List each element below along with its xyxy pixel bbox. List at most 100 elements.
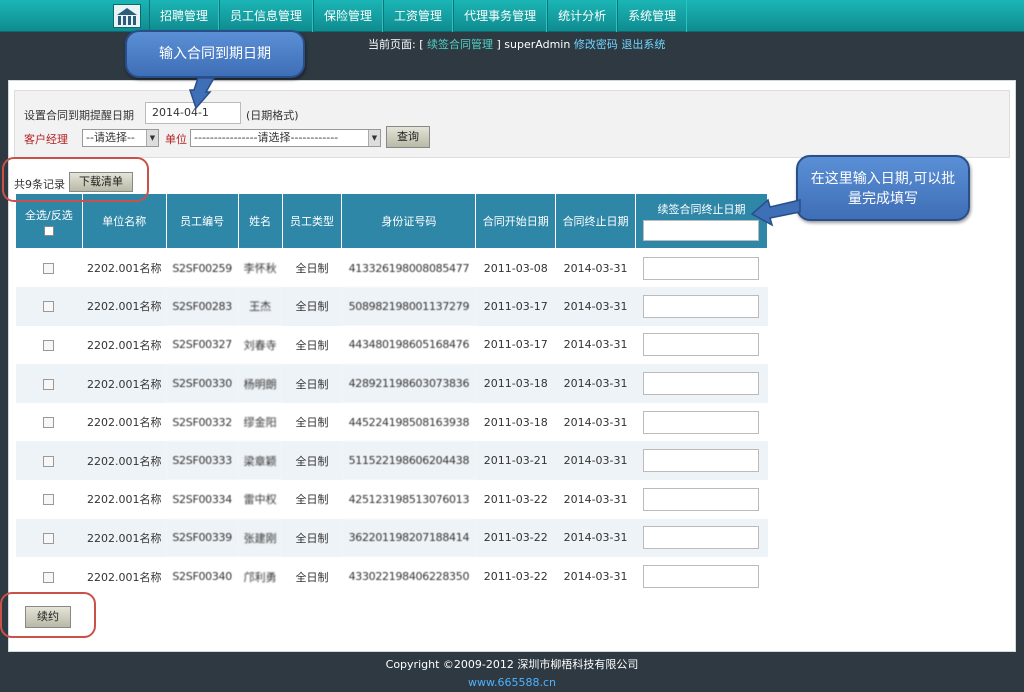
unit-cell: 2202.001名称 [82,441,167,481]
id-number-cell: 508982198001137279 [341,287,476,326]
site-link[interactable]: www.665588.cn [0,676,1024,689]
nav-item-system[interactable]: 系统管理 [617,0,688,32]
renew-date-input[interactable] [643,449,760,473]
top-nav-bar: 招聘管理 员工信息管理 保险管理 工资管理 代理事务管理 统计分析 系统管理 [0,0,1024,32]
row-checkbox[interactable] [43,301,55,313]
end-date-cell: 2014-03-31 [555,557,636,596]
nav-item-salary[interactable]: 工资管理 [383,0,454,32]
id-number-cell: 362201198207188414 [341,518,476,558]
name-link[interactable]: 雷中权 [238,480,283,519]
unit-label: 单位 [165,133,187,146]
home-logo-icon[interactable] [113,4,141,28]
renew-date-input[interactable] [643,333,760,357]
name-link[interactable]: 邝利勇 [238,557,283,596]
row-checkbox[interactable] [43,417,55,429]
nav-item-employee-info[interactable]: 员工信息管理 [219,0,314,32]
record-count: 共9条记录 [14,178,65,191]
logout-link[interactable]: 退出系统 [621,38,665,51]
unit-cell: 2202.001名称 [82,248,167,288]
breadcrumb-current-page[interactable]: 续签合同管理 [427,38,493,51]
copyright: Copyright ©2009-2012 深圳市柳梧科技有限公司 [385,658,639,671]
id-number-cell: 443480198605168476 [341,325,476,365]
start-date-cell: 2011-03-22 [475,557,556,596]
renew-date-input[interactable] [643,410,760,434]
renew-date-input[interactable] [643,487,760,511]
select-all-checkbox[interactable] [43,225,54,236]
type-cell: 全日制 [282,441,342,481]
change-password-link[interactable]: 修改密码 [574,38,618,51]
table-row: 2202.001名称 S2SF00333 梁章颖 全日制 511522198606204… [15,441,768,481]
col-contract-start: 合同开始日期 [475,193,557,249]
unit-select[interactable]: ----------------请选择------------ ▼ [190,129,381,147]
remind-date-input[interactable]: 2014-04-1 [145,102,241,124]
id-number-cell: 425123198513076013 [341,480,476,519]
type-cell: 全日制 [282,325,342,365]
renew-date-input[interactable] [643,256,760,280]
renew-date-input[interactable] [643,372,760,396]
nav-item-insurance[interactable]: 保险管理 [313,0,384,32]
name-link[interactable]: 李怀秋 [238,248,283,288]
renew-date-input[interactable] [643,565,760,589]
renew-date-cell [635,557,768,596]
download-list-button[interactable]: 下载清单 [69,172,133,192]
unit-cell: 2202.001名称 [82,287,167,326]
id-number-cell: 413326198008085477 [341,248,476,288]
name-link[interactable]: 刘春寺 [238,325,283,365]
table-row: 2202.001名称 S2SF00327 刘春寺 全日制 443480198605168… [15,325,768,365]
name-link[interactable]: 王杰 [238,287,283,326]
select-all-header[interactable]: 全选/反选 [15,193,83,249]
name-link[interactable]: 张建刚 [238,518,283,558]
row-checkbox[interactable] [43,455,55,467]
query-button[interactable]: 查询 [386,126,430,148]
row-checkbox-cell [15,480,83,519]
type-cell: 全日制 [282,248,342,288]
start-date-cell: 2011-03-18 [475,402,556,442]
row-checkbox-cell [15,441,83,481]
row-checkbox[interactable] [43,339,55,351]
start-date-cell: 2011-03-17 [475,325,556,365]
employee-no-cell: S2SF00259 [166,248,239,288]
renew-end-label: 续签合同终止日期 [657,203,746,216]
employee-no-cell: S2SF00334 [166,480,239,519]
batch-date-input[interactable] [643,220,760,241]
unit-select-value: ----------------请选择------------ [194,131,339,144]
date-format-hint: (日期格式) [246,109,299,122]
name-link[interactable]: 缪金阳 [238,402,283,442]
row-checkbox[interactable] [43,378,55,390]
callout-batch-fill: 在这里输入日期,可以批量完成填写 [796,155,970,221]
row-checkbox[interactable] [43,494,55,506]
name-link[interactable]: 杨明朗 [238,364,283,403]
unit-cell: 2202.001名称 [82,402,167,442]
renew-date-input[interactable] [643,294,760,318]
row-checkbox[interactable] [43,532,55,544]
row-checkbox-cell [15,325,83,365]
row-checkbox[interactable] [43,263,55,275]
renew-date-cell [635,480,768,519]
start-date-cell: 2011-03-22 [475,480,556,519]
employee-no-cell: S2SF00340 [166,557,239,596]
renew-date-cell [635,402,768,442]
id-number-cell: 433022198406228350 [341,557,476,596]
name-link[interactable]: 梁章颖 [238,441,283,481]
renew-date-cell [635,287,768,326]
chevron-down-icon: ▼ [146,130,158,146]
renew-date-input[interactable] [643,526,760,550]
nav-item-recruitment[interactable]: 招聘管理 [149,0,220,32]
col-employee-no: 员工编号 [165,193,239,249]
unit-cell: 2202.001名称 [82,557,167,596]
employee-no-cell: S2SF00332 [166,402,239,442]
row-checkbox[interactable] [43,571,55,583]
unit-cell: 2202.001名称 [82,518,167,558]
col-name: 姓名 [237,193,283,249]
remind-date-label: 设置合同到期提醒日期 [24,109,134,122]
nav-item-agency-affairs[interactable]: 代理事务管理 [453,0,548,32]
col-id-number: 身份证号码 [341,193,477,249]
manager-select[interactable]: --请选择-- ▼ [82,129,159,147]
id-number-cell: 511522198606204438 [341,441,476,481]
type-cell: 全日制 [282,518,342,558]
row-checkbox-cell [15,364,83,403]
renew-button[interactable]: 续约 [25,606,71,628]
nav-item-statistics[interactable]: 统计分析 [547,0,618,32]
filter-box: 设置合同到期提醒日期 2014-04-1 (日期格式) 客户经理 --请选择--… [14,90,1010,158]
start-date-cell: 2011-03-17 [475,287,556,326]
